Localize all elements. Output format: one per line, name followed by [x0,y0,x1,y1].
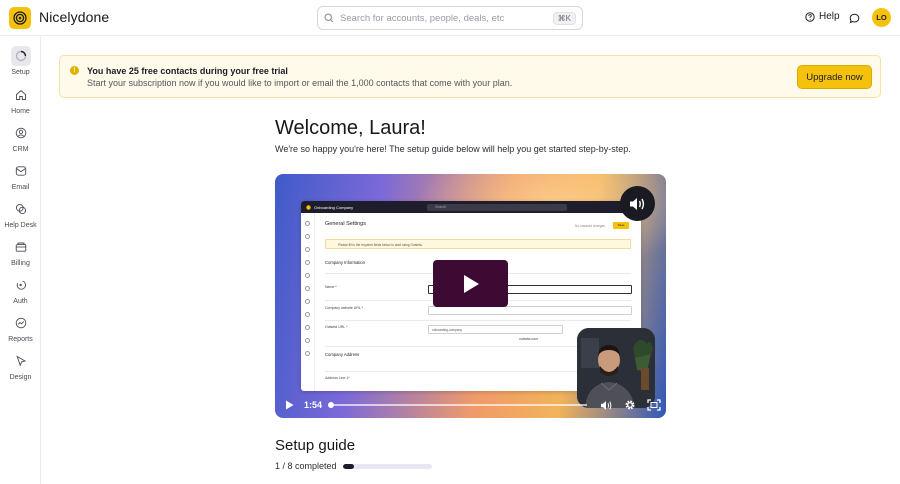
sidebar-item-label: Billing [11,260,30,267]
sidebar-item-design[interactable]: Design [0,351,41,381]
welcome-subtitle: We're so happy you're here! The setup gu… [275,144,631,154]
top-bar: Nicelydone Search for accounts, people, … [0,0,900,36]
sidebar-item-label: Design [9,374,32,381]
sidebar-item-label: Setup [11,69,30,76]
upgrade-button[interactable]: Upgrade now [797,65,872,89]
play-icon [463,274,479,293]
trial-banner: ! You have 25 free contacts during your … [59,55,881,98]
settings-gear-icon[interactable] [624,399,636,411]
banner-title: You have 25 free contacts during your fr… [87,66,288,76]
sidebar-item-reports[interactable]: Reports [0,313,41,343]
sidebar-item-label: CRM [12,146,29,153]
progress-fill [343,464,355,469]
banner-body: Start your subscription now if you would… [87,78,513,88]
onboarding-video[interactable]: Onboarding Company Search General Settin… [275,174,666,418]
home-icon [11,85,31,105]
search-input[interactable]: Search for accounts, people, deals, etc … [317,6,583,30]
sidebar-item-setup[interactable]: Setup [0,46,41,76]
chat-icon[interactable] [849,11,860,29]
reports-icon [11,313,31,333]
sidebar: Setup Home CRM Email Help Desk Billing A… [0,36,41,484]
setup-guide-progress-text: 1 / 8 completed [275,461,337,471]
help-label: Help [819,11,840,22]
sidebar-item-billing[interactable]: Billing [0,237,41,267]
sidebar-item-label: Home [11,108,30,115]
sidebar-item-auth[interactable]: Auth [0,275,41,305]
fullscreen-icon[interactable] [647,399,661,411]
search-shortcut-badge: ⌘K [552,11,576,25]
play-button[interactable] [433,260,508,307]
app-title: Nicelydone [39,9,110,25]
video-controls: 1:54 [280,396,661,414]
info-icon: ! [70,66,79,75]
volume-small-icon[interactable] [600,400,613,411]
setup-guide-title: Setup guide [275,437,356,454]
page-title: Welcome, Laura! [275,117,426,139]
seek-knob[interactable] [327,402,334,408]
video-time: 1:54 [303,400,322,410]
email-icon [11,161,31,181]
help-desk-icon [11,199,31,219]
setup-progress-icon [10,46,31,66]
volume-icon [629,197,644,210]
setup-guide-progress-bar [343,464,432,469]
search-icon [324,13,334,23]
sidebar-item-email[interactable]: Email [0,161,41,191]
design-icon [11,351,31,371]
help-button[interactable]: Help [805,11,840,22]
sidebar-item-crm[interactable]: CRM [0,123,41,153]
billing-icon [11,237,31,257]
auth-icon [11,275,31,295]
app-logo-icon[interactable] [9,7,31,29]
sidebar-item-label: Help Desk [4,222,37,229]
search-placeholder: Search for accounts, people, deals, etc [340,12,505,24]
crm-icon [11,123,31,143]
play-small-icon[interactable] [285,400,294,410]
user-avatar[interactable]: LO [872,8,891,27]
sidebar-item-home[interactable]: Home [0,85,41,115]
sidebar-item-label: Email [11,184,30,191]
help-icon [805,11,815,22]
sidebar-item-help-desk[interactable]: Help Desk [0,199,41,229]
volume-button[interactable] [620,186,655,221]
sidebar-item-label: Reports [8,336,33,343]
sidebar-item-label: Auth [13,298,28,305]
video-seek-bar[interactable] [327,402,588,408]
